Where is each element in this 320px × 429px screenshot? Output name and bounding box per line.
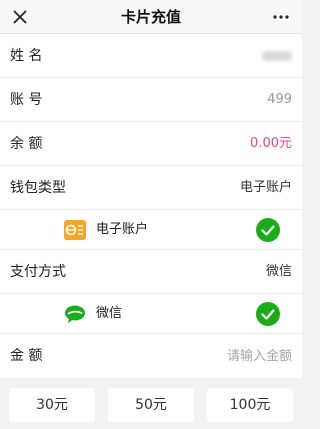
preset-100-button[interactable]: 100元 bbox=[207, 388, 293, 422]
amount-input[interactable] bbox=[142, 334, 292, 378]
check-icon bbox=[256, 302, 280, 326]
pay-method-row: 支付方式 微信 bbox=[0, 250, 302, 294]
account-value: 499 bbox=[267, 92, 292, 107]
wallet-option-label: 电子账户 bbox=[96, 222, 149, 237]
pay-option-wechat[interactable]: 微信 bbox=[0, 294, 302, 334]
wallet-type-row: 钱包类型 电子账户 bbox=[0, 166, 302, 210]
preset-50-button[interactable]: 50元 bbox=[108, 388, 194, 422]
balance-value: 0.00元 bbox=[250, 136, 292, 151]
name-value-blurred bbox=[262, 51, 292, 61]
wallet-type-label: 钱包类型 bbox=[10, 180, 66, 196]
amount-row: 金 额 bbox=[0, 334, 302, 378]
check-icon bbox=[256, 218, 280, 242]
preset-30-button[interactable]: 30元 bbox=[9, 388, 95, 422]
e-wallet-icon bbox=[64, 220, 86, 240]
wallet-option-e-account[interactable]: 电子账户 bbox=[0, 210, 302, 250]
more-icon[interactable] bbox=[272, 9, 290, 25]
account-label: 账 号 bbox=[10, 92, 43, 108]
wechat-icon bbox=[65, 305, 85, 323]
name-row: 姓 名 bbox=[0, 34, 302, 78]
account-row: 账 号 499 bbox=[0, 78, 302, 122]
recharge-form: 姓 名 账 号 499 余 额 0.00元 钱包类型 电子账户 电子账户 支付方… bbox=[0, 34, 302, 378]
pay-option-label: 微信 bbox=[96, 306, 123, 321]
name-label: 姓 名 bbox=[10, 48, 43, 64]
pay-method-label: 支付方式 bbox=[10, 264, 66, 280]
page-title: 卡片充值 bbox=[120, 8, 181, 26]
wallet-type-value: 电子账户 bbox=[239, 180, 292, 195]
amount-label: 金 额 bbox=[10, 348, 43, 364]
title-bar: 卡片充值 bbox=[0, 0, 302, 34]
balance-row: 余 额 0.00元 bbox=[0, 122, 302, 166]
pay-method-value: 微信 bbox=[265, 264, 292, 279]
preset-amounts: 30元 50元 100元 bbox=[0, 380, 302, 429]
balance-label: 余 额 bbox=[10, 136, 43, 152]
